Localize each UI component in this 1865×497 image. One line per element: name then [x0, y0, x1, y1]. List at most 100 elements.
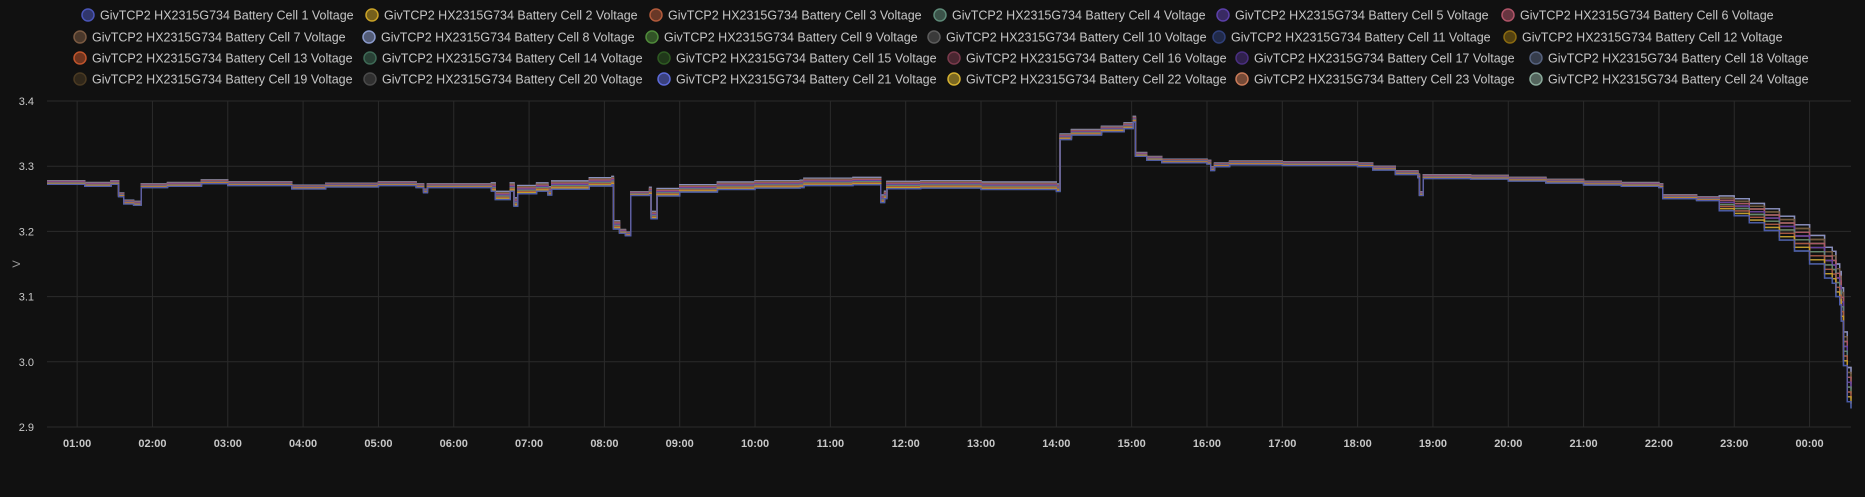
legend-swatch[interactable] — [363, 51, 377, 65]
series-line[interactable] — [47, 118, 1852, 389]
legend-label[interactable]: GivTCP2 HX2315G734 Battery Cell 7 Voltag… — [92, 31, 346, 45]
series-line[interactable] — [47, 116, 1852, 379]
y-tick-label: 3.3 — [19, 161, 34, 173]
series-line[interactable] — [47, 115, 1852, 374]
legend-swatch[interactable] — [1501, 8, 1515, 22]
series-line[interactable] — [47, 121, 1852, 409]
legend-swatch[interactable] — [73, 30, 87, 44]
x-tick-label: 05:00 — [364, 438, 392, 450]
legend-label[interactable]: GivTCP2 HX2315G734 Battery Cell 10 Volta… — [946, 31, 1207, 45]
legend-swatch[interactable] — [933, 8, 947, 22]
series-line[interactable] — [47, 118, 1852, 389]
legend-swatch[interactable] — [1212, 30, 1226, 44]
y-tick-label: 3.4 — [19, 96, 34, 108]
legend-swatch[interactable] — [1235, 51, 1249, 65]
x-tick-label: 09:00 — [666, 438, 694, 450]
legend-swatch[interactable] — [1503, 30, 1517, 44]
legend-label[interactable]: GivTCP2 HX2315G734 Battery Cell 3 Voltag… — [668, 9, 922, 23]
legend-swatch[interactable] — [362, 30, 376, 44]
x-tick-label: 04:00 — [289, 438, 317, 450]
series-line[interactable] — [47, 116, 1852, 379]
y-tick-label: 3.0 — [19, 357, 34, 369]
legend-label[interactable]: GivTCP2 HX2315G734 Battery Cell 16 Volta… — [966, 52, 1227, 66]
x-tick-label: 11:00 — [817, 438, 845, 450]
x-axis-ticks: 01:00 02:00 03:00 04:00 05:00 06:00 07:00 08:00… — [63, 438, 1824, 450]
series-line[interactable] — [47, 118, 1852, 394]
series-line[interactable] — [47, 116, 1852, 379]
legend-swatch[interactable] — [81, 8, 95, 22]
x-tick-label: 20:00 — [1494, 438, 1522, 450]
legend-swatch[interactable] — [657, 72, 671, 86]
chart-legend: GivTCP2 HX2315G734 Battery Cell 1 Voltag… — [73, 8, 1809, 87]
legend-swatch[interactable] — [1529, 51, 1543, 65]
legend-label[interactable]: GivTCP2 HX2315G734 Battery Cell 9 Voltag… — [664, 31, 918, 45]
legend-label[interactable]: GivTCP2 HX2315G734 Battery Cell 19 Volta… — [92, 73, 353, 87]
legend-swatch[interactable] — [1235, 72, 1249, 86]
x-tick-label: 15:00 — [1118, 438, 1146, 450]
legend-swatch[interactable] — [365, 8, 379, 22]
x-tick-label: 03:00 — [214, 438, 242, 450]
legend-swatch[interactable] — [657, 51, 671, 65]
chart-grid — [47, 100, 1851, 428]
x-tick-label: 16:00 — [1193, 438, 1221, 450]
x-tick-label: 07:00 — [515, 438, 543, 450]
x-tick-label: 21:00 — [1570, 438, 1598, 450]
y-tick-label: 3.1 — [19, 292, 34, 304]
x-tick-label: 17:00 — [1268, 438, 1296, 450]
series-line[interactable] — [47, 118, 1852, 394]
x-tick-label: 14:00 — [1042, 438, 1070, 450]
series-line[interactable] — [47, 118, 1852, 389]
legend-swatch[interactable] — [649, 8, 663, 22]
series-line[interactable] — [47, 119, 1852, 399]
legend-label[interactable]: GivTCP2 HX2315G734 Battery Cell 15 Volta… — [676, 52, 937, 66]
legend-label[interactable]: GivTCP2 HX2315G734 Battery Cell 11 Volta… — [1231, 31, 1491, 45]
x-tick-label: 22:00 — [1645, 438, 1673, 450]
legend-swatch[interactable] — [927, 30, 941, 44]
y-axis-label: V — [11, 260, 23, 268]
legend-swatch[interactable] — [1529, 72, 1543, 86]
series-line[interactable] — [47, 115, 1852, 374]
legend-label[interactable]: GivTCP2 HX2315G734 Battery Cell 14 Volta… — [382, 52, 643, 66]
legend-label[interactable]: GivTCP2 HX2315G734 Battery Cell 1 Voltag… — [100, 9, 354, 23]
legend-swatch[interactable] — [73, 72, 87, 86]
series-line[interactable] — [47, 119, 1852, 399]
y-tick-label: 3.2 — [19, 226, 34, 238]
legend-label[interactable]: GivTCP2 HX2315G734 Battery Cell 2 Voltag… — [384, 9, 638, 23]
legend-label[interactable]: GivTCP2 HX2315G734 Battery Cell 5 Voltag… — [1235, 9, 1489, 23]
legend-label[interactable]: GivTCP2 HX2315G734 Battery Cell 22 Volta… — [966, 73, 1227, 87]
legend-label[interactable]: GivTCP2 HX2315G734 Battery Cell 12 Volta… — [1522, 31, 1783, 45]
legend-label[interactable]: GivTCP2 HX2315G734 Battery Cell 6 Voltag… — [1520, 9, 1774, 23]
x-tick-label: 19:00 — [1419, 438, 1447, 450]
legend-swatch[interactable] — [363, 72, 377, 86]
series-line[interactable] — [47, 117, 1852, 384]
legend-label[interactable]: GivTCP2 HX2315G734 Battery Cell 21 Volta… — [676, 73, 937, 87]
series-line[interactable] — [47, 118, 1852, 394]
legend-swatch[interactable] — [947, 72, 961, 86]
series-line[interactable] — [47, 119, 1852, 399]
x-tick-label: 00:00 — [1796, 438, 1824, 450]
legend-label[interactable]: GivTCP2 HX2315G734 Battery Cell 20 Volta… — [382, 73, 643, 87]
legend-swatch[interactable] — [1216, 8, 1230, 22]
x-tick-label: 06:00 — [440, 438, 468, 450]
series-line[interactable] — [47, 115, 1852, 374]
legend-label[interactable]: GivTCP2 HX2315G734 Battery Cell 8 Voltag… — [381, 31, 635, 45]
legend-label[interactable]: GivTCP2 HX2315G734 Battery Cell 23 Volta… — [1254, 73, 1515, 87]
legend-swatch[interactable] — [645, 30, 659, 44]
legend-label[interactable]: GivTCP2 HX2315G734 Battery Cell 18 Volta… — [1548, 52, 1809, 66]
x-tick-label: 08:00 — [590, 438, 618, 450]
series-line[interactable] — [47, 117, 1852, 384]
series-line[interactable] — [47, 117, 1852, 384]
legend-swatch[interactable] — [947, 51, 961, 65]
series-line[interactable] — [47, 120, 1852, 404]
legend-label[interactable]: GivTCP2 HX2315G734 Battery Cell 13 Volta… — [92, 52, 353, 66]
series-line[interactable] — [47, 121, 1852, 409]
voltage-chart: GivTCP2 HX2315G734 Battery Cell 1 Voltag… — [11, 8, 1852, 450]
legend-label[interactable]: GivTCP2 HX2315G734 Battery Cell 4 Voltag… — [952, 9, 1206, 23]
legend-label[interactable]: GivTCP2 HX2315G734 Battery Cell 24 Volta… — [1548, 73, 1809, 87]
series-line[interactable] — [47, 120, 1852, 404]
series-line[interactable] — [47, 121, 1852, 409]
series-line[interactable] — [47, 120, 1852, 404]
legend-label[interactable]: GivTCP2 HX2315G734 Battery Cell 17 Volta… — [1254, 52, 1515, 66]
chart-series — [47, 115, 1852, 409]
legend-swatch[interactable] — [73, 51, 87, 65]
